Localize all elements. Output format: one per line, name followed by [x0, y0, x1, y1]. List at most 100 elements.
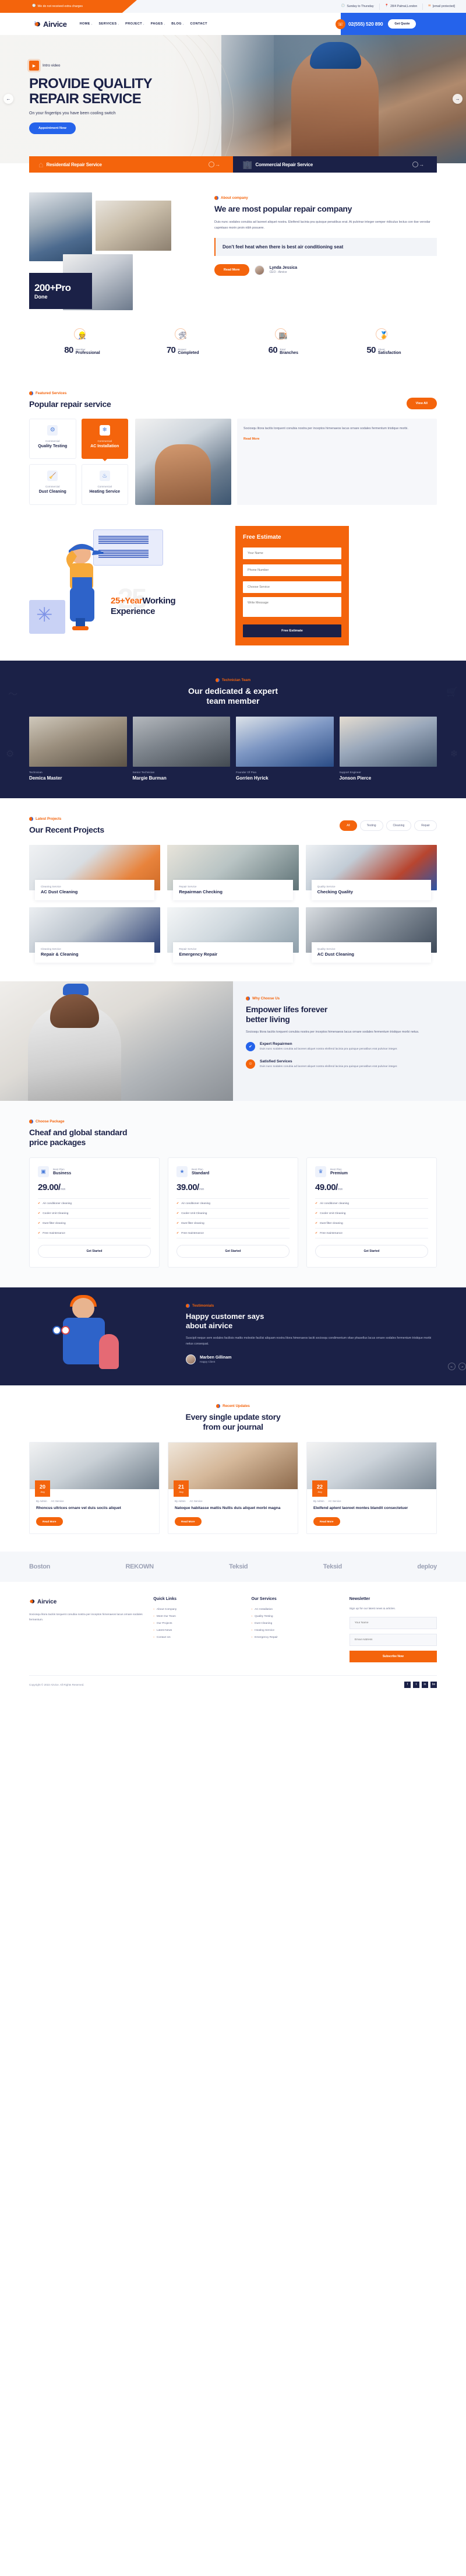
nav-item-services[interactable]: SERVICES › [98, 22, 119, 26]
project-card[interactable]: Repair Service Repairman Checking [167, 845, 299, 901]
footer-brand: Airvice [37, 1599, 57, 1606]
footer-service-link[interactable]: › Emergency Repair [252, 1634, 339, 1641]
project-card[interactable]: Cleaning Service AC Dust Cleaning [29, 845, 161, 901]
plan-cta-button[interactable]: Get Started [38, 1245, 151, 1258]
arrow-right-icon: → [209, 162, 220, 167]
nav-item-project[interactable]: PROJECT › [125, 22, 144, 26]
appointment-button[interactable]: Appointment Now [29, 122, 76, 134]
plan-cta-button[interactable]: Get Started [176, 1245, 290, 1258]
gas-tank-icon [99, 1334, 119, 1370]
team-member-card[interactable]: Technician Demica Master [29, 716, 127, 781]
airvice-logo-icon [34, 20, 41, 28]
behance-icon[interactable]: be [430, 1681, 437, 1688]
project-card[interactable]: Quality Service Checking Quality [305, 845, 437, 901]
stat-label-bottom: Satisfaction [377, 351, 401, 355]
services-view-all-button[interactable]: View All [406, 397, 437, 409]
filter-testing[interactable]: Testing [359, 820, 383, 831]
arrow-left-icon[interactable]: ← [448, 1363, 456, 1371]
project-card[interactable]: Repair Service Emergency Repair [167, 907, 299, 963]
topbar-email-text: [email protected] [432, 5, 455, 8]
project-name: Emergency Repair [179, 952, 218, 957]
estimate-service-select[interactable] [243, 581, 341, 593]
blog-read-more-button[interactable]: Read More [313, 1517, 340, 1526]
commercial-service-card[interactable]: 🏢 Commercial Repair Service → [233, 156, 437, 173]
get-quote-button[interactable]: Get Quote [388, 19, 416, 29]
estimate-name-input[interactable] [243, 547, 341, 559]
footer-service-link[interactable]: › Quality Testing [252, 1613, 339, 1620]
tools-icon: 🛠 [174, 328, 189, 342]
filter-repair[interactable]: Repair [414, 820, 437, 831]
newsletter-email-input[interactable] [349, 1633, 437, 1646]
service-detail-panel: Sociosqu litora tacitis torquent conubia… [237, 418, 437, 505]
estimate-submit-button[interactable]: Free Estimate [243, 624, 341, 637]
worker-icon: 👷 [74, 328, 89, 342]
footer-service-link[interactable]: › Heating Service [252, 1627, 339, 1634]
play-icon[interactable]: ▶ [29, 61, 39, 71]
team-member-card[interactable]: Senior Technician Margie Burman [132, 716, 230, 781]
estimate-message-textarea[interactable] [243, 596, 341, 617]
team-member-card[interactable]: Founder Of Pixa Gorrien Hyrick [236, 716, 334, 781]
logo[interactable]: Airvice [34, 20, 67, 29]
service-detail-link[interactable]: Read More [243, 437, 260, 441]
service-card-heating-service[interactable]: ♨ Commercial Heating Service [81, 464, 128, 505]
twitter-icon[interactable]: t [413, 1681, 419, 1688]
footer-service-link[interactable]: › AC Installation [252, 1606, 339, 1613]
topbar-promo-text: We do not received extra charges [37, 5, 83, 8]
nav-item-home[interactable]: HOME › [80, 22, 93, 26]
arrow-right-icon[interactable]: → [453, 94, 463, 104]
arrow-left-icon[interactable]: ← [3, 94, 13, 104]
team-title-line-1: Our dedicated & expert [188, 686, 278, 696]
linkedin-icon[interactable]: in [422, 1681, 428, 1688]
chevron-right-icon: › [153, 1608, 154, 1612]
facebook-icon[interactable]: f [404, 1681, 411, 1688]
header-phone[interactable]: 02(555) 520 890 [348, 21, 383, 27]
blog-post-meta: By Admin AC Service [313, 1500, 430, 1503]
footer-link[interactable]: › Meet Our Team [153, 1613, 241, 1620]
blog-read-more-button[interactable]: Read More [175, 1517, 202, 1526]
service-card-quality-testing[interactable]: ⚙ Commercial Quality Testing [29, 418, 76, 459]
footer-service-link[interactable]: › Dust Cleaning [252, 1620, 339, 1627]
service-card-ac-installation[interactable]: ❄ Commercial AC Installation [81, 418, 128, 459]
footer-logo[interactable]: Airvice [29, 1597, 143, 1608]
star-icon: ★ [176, 1166, 188, 1178]
topbar-address-text: 28/4 Palmal,London [390, 5, 418, 8]
newsletter-subscribe-button[interactable]: Subscribe Now [349, 1650, 437, 1662]
footer-link[interactable]: › Our Projects [153, 1620, 241, 1627]
blog-title-line-1: Every single update story [185, 1412, 281, 1422]
project-card[interactable]: Quality Service AC Dust Cleaning [305, 907, 437, 963]
blog-post-card[interactable]: 21 Aug By Admin AC Service Natoque habit… [168, 1442, 298, 1534]
blog-read-more-button[interactable]: Read More [36, 1517, 63, 1526]
estimate-phone-input[interactable] [243, 564, 341, 576]
service-card-dust-cleaning[interactable]: 🧹 Commercial Dust Cleaning [29, 464, 76, 505]
stat-number: 70 [166, 345, 176, 355]
nav-item-contact[interactable]: CONTACT [190, 22, 207, 26]
newsletter-name-input[interactable] [349, 1616, 437, 1629]
project-category: Quality Service [317, 885, 336, 889]
topbar-email[interactable]: ✉ [email protected] [422, 3, 460, 10]
nav-item-pages[interactable]: PAGES › [151, 22, 165, 26]
footer-link[interactable]: › About Company [153, 1606, 241, 1613]
residential-service-card[interactable]: ⌂ Residential Repair Service → [29, 156, 233, 173]
plan-cta-button[interactable]: Get Started [315, 1245, 428, 1258]
topbar-promo: 🕐 We do not received extra charges [32, 5, 83, 8]
project-card[interactable]: Cleaning Service Repair & Cleaning [29, 907, 161, 963]
about-read-more-button[interactable]: Read More [214, 264, 249, 276]
technician-photo [52, 1295, 119, 1385]
filter-cleaning[interactable]: Cleaning [386, 820, 412, 831]
testimonial-quote: Suscipit neque sem sodales facilisis mat… [186, 1336, 432, 1346]
about-image-collage: 200+Pro Done [29, 192, 204, 321]
project-category: Repair Service [179, 885, 197, 889]
blog-post-card[interactable]: 22 Aug By Admin AC Service Eleifend apte… [306, 1442, 437, 1534]
nav-item-blog[interactable]: BLOG › [171, 22, 183, 26]
footer-newsletter-column: Newsletter Sign up for our latest news &… [349, 1597, 437, 1662]
arrow-right-icon[interactable]: → [458, 1363, 466, 1371]
footer-link[interactable]: › Contact Us [153, 1634, 241, 1641]
stats-row: 👷 80 Member Professional 🛠 70 Project Co… [29, 321, 437, 355]
footer-link[interactable]: › Latest News [153, 1627, 241, 1634]
hero-intro-video[interactable]: ▶ Intro video [29, 61, 221, 71]
team-member-card[interactable]: Support Engineer Jonson Pierce [339, 716, 437, 781]
filter-all[interactable]: All [340, 820, 357, 831]
why-choose-photo [0, 981, 233, 1101]
pricing-eyebrow-text: Choose Package [36, 1119, 65, 1124]
blog-post-card[interactable]: 20 Aug By Admin AC Service Rhoncus ultri… [29, 1442, 160, 1534]
